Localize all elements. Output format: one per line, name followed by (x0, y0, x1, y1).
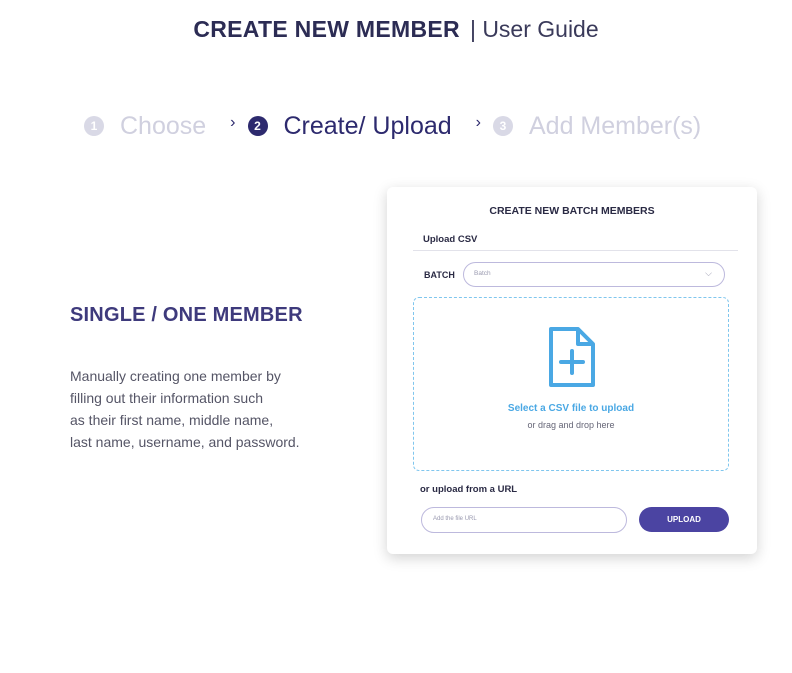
description-line: as their first name, middle name, (70, 412, 274, 428)
description-line: last name, username, and password. (70, 434, 300, 450)
batch-members-card: CREATE NEW BATCH MEMBERS Upload CSV BATC… (387, 187, 757, 554)
chevron-right-icon: › (475, 114, 481, 131)
batch-label: BATCH (424, 270, 455, 280)
step-choose[interactable]: 1 Choose (84, 112, 206, 141)
file-plus-icon (549, 327, 595, 387)
dropzone-select-link[interactable]: Select a CSV file to upload (414, 403, 728, 414)
step-create-upload[interactable]: 2 Create/ Upload (247, 111, 452, 141)
page-title-suffix: | User Guide (469, 16, 599, 42)
description-line: filling out their information such (70, 390, 263, 406)
step-number-1: 1 (84, 116, 104, 136)
chevron-right-icon: › (230, 114, 236, 131)
single-member-description: Manually creating one member by filling … (70, 365, 330, 453)
single-member-heading: SINGLE / ONE MEMBER (70, 304, 303, 326)
step-label-create-upload: Create/ Upload (283, 111, 452, 140)
url-upload-label: or upload from a URL (420, 484, 518, 495)
upload-button[interactable]: UPLOAD (639, 507, 729, 532)
tab-divider (413, 250, 738, 251)
stepper: 1 Choose › 2 Create/ Upload › 3 Add Memb… (84, 108, 701, 144)
dropzone-hint: or drag and drop here (527, 420, 615, 430)
card-title: CREATE NEW BATCH MEMBERS (489, 205, 655, 217)
step-label-choose: Choose (120, 111, 207, 140)
step-number-2: 2 (247, 116, 268, 136)
page-title: CREATE NEW MEMBER | User Guide (0, 16, 792, 43)
description-line: Manually creating one member by (70, 368, 281, 384)
file-url-input[interactable]: Add the file URL (421, 507, 627, 533)
step-add-members[interactable]: 3 Add Member(s) (492, 111, 702, 141)
file-url-placeholder: Add the file URL (433, 516, 477, 522)
tab-upload-csv[interactable]: Upload CSV (423, 234, 477, 245)
step-number-3: 3 (492, 116, 513, 136)
file-dropzone[interactable]: Select a CSV file to upload or drag and … (413, 297, 729, 471)
batch-select[interactable]: Batch ⌵ (463, 262, 725, 287)
batch-select-placeholder: Batch (474, 270, 491, 277)
step-label-add-members: Add Member(s) (528, 111, 702, 140)
page-title-main: CREATE NEW MEMBER (193, 16, 460, 42)
chevron-down-icon: ⌵ (705, 268, 712, 278)
